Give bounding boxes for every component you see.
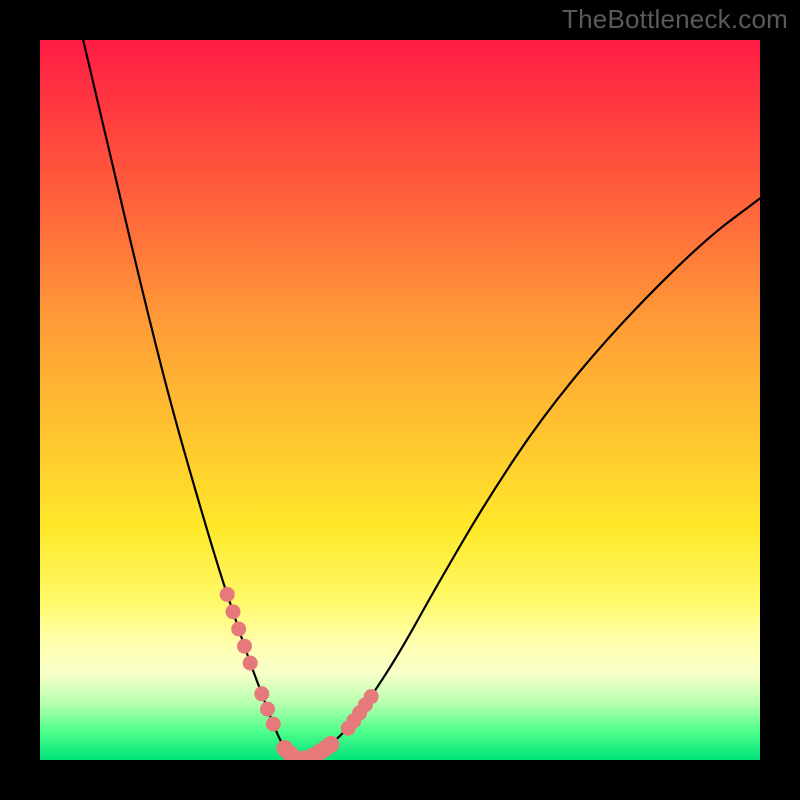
bottleneck-curve bbox=[83, 40, 760, 759]
chart-frame: TheBottleneck.com bbox=[0, 0, 800, 800]
curve-beads bbox=[220, 587, 378, 760]
plot-area bbox=[40, 40, 760, 760]
watermark-text: TheBottleneck.com bbox=[562, 4, 788, 35]
curve-svg bbox=[40, 40, 760, 760]
